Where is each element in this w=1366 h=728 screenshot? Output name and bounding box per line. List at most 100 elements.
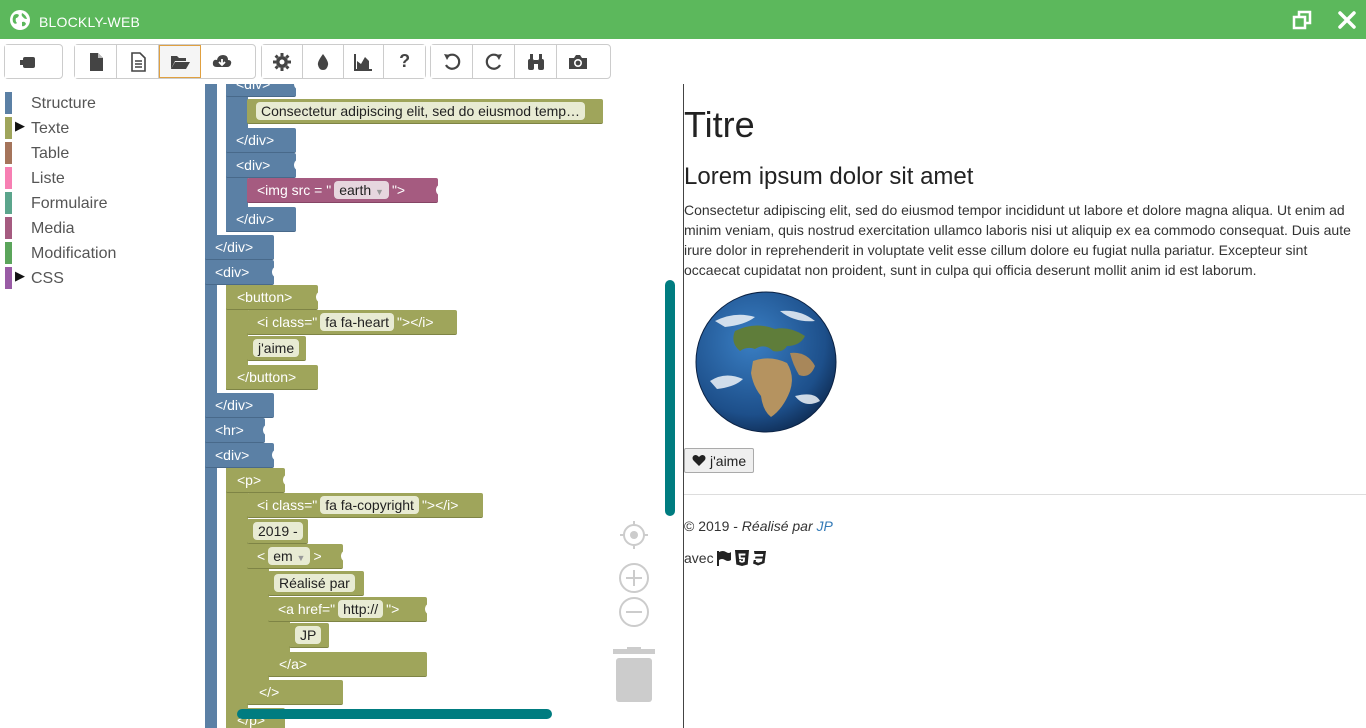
block-div-open[interactable]: <div> — [205, 260, 279, 285]
folder-open-icon — [171, 55, 190, 69]
block-button-open[interactable]: <button> — [226, 285, 323, 310]
block-link[interactable]: <a href=" http://"> — [268, 597, 432, 622]
category-css[interactable]: ▶ CSS — [0, 264, 200, 289]
tag-dropdown[interactable]: em ▼ — [268, 547, 311, 565]
chart-button[interactable] — [343, 45, 385, 78]
file-text-button[interactable] — [117, 45, 159, 78]
toggle-view-button[interactable] — [5, 45, 53, 78]
href-field[interactable]: http:// — [338, 600, 384, 618]
category-label: Media — [31, 220, 75, 237]
category-label: Texte — [31, 120, 70, 137]
zoom-out-icon[interactable] — [619, 597, 649, 627]
block-icon[interactable]: <i class=" fa fa-heart "></i> — [247, 310, 457, 335]
category-table[interactable]: Table — [0, 139, 200, 164]
binoculars-icon — [527, 53, 544, 70]
screenshot-button[interactable] — [557, 45, 599, 78]
category-formulaire[interactable]: Formulaire — [0, 189, 200, 214]
preview-paragraph: Consectetur adipiscing elit, sed do eius… — [684, 202, 1351, 278]
text-field[interactable]: j'aime — [253, 339, 300, 357]
undo-button[interactable] — [431, 45, 473, 78]
settings-button[interactable] — [262, 45, 303, 78]
globe-icon — [10, 10, 30, 30]
preview-pane: Titre Lorem ipsum dolor sit amet Consect… — [684, 84, 1366, 728]
block-text[interactable]: j'aime — [247, 336, 306, 361]
like-button[interactable]: j'aime — [684, 448, 755, 473]
block-div-close[interactable]: </div> — [205, 393, 274, 418]
text-field[interactable]: JP — [295, 626, 322, 644]
category-label: Formulaire — [31, 195, 108, 212]
chart-icon — [354, 53, 373, 71]
block-img[interactable]: <img src = " earth ▼ "> — [247, 178, 443, 203]
footer-line: © 2019 - Réalisé par JP — [684, 518, 833, 534]
author-link[interactable]: JP — [817, 518, 833, 534]
new-file-button[interactable] — [75, 45, 117, 78]
category-label: Modification — [31, 245, 117, 262]
tint-icon — [317, 53, 328, 70]
file-text-icon — [130, 51, 146, 72]
block-spine — [226, 468, 248, 728]
block-div-close[interactable]: </div> — [226, 128, 296, 153]
class-field[interactable]: fa fa-heart — [320, 313, 395, 331]
search-button[interactable] — [515, 45, 557, 78]
category-color-swatch — [5, 92, 12, 114]
workspace-horizontal-scrollbar[interactable] — [237, 709, 552, 719]
block-em[interactable]: < em ▼ > — [247, 544, 348, 569]
category-liste[interactable]: Liste — [0, 164, 200, 189]
block-button-close[interactable]: </button> — [226, 365, 318, 390]
redo-button[interactable] — [473, 45, 515, 78]
expand-arrow-icon[interactable]: ▶ — [15, 268, 25, 284]
class-field[interactable]: fa fa-copyright — [320, 496, 419, 514]
workspace-vertical-scrollbar[interactable] — [665, 280, 675, 516]
block-text[interactable]: Consectetur adipiscing elit, sed do eius… — [247, 99, 603, 124]
like-button-label: j'aime — [710, 452, 747, 469]
img-src-dropdown[interactable]: earth ▼ — [334, 181, 389, 199]
category-color-swatch — [5, 217, 12, 239]
block-link-close[interactable]: </a> — [268, 652, 427, 677]
block-p-open[interactable]: <p> — [226, 468, 290, 493]
html5-icon — [734, 550, 749, 566]
earth-image — [695, 291, 837, 433]
category-modification[interactable]: Modification — [0, 239, 200, 264]
block-text[interactable]: Réalisé par — [268, 571, 364, 596]
category-color-swatch — [5, 192, 12, 214]
close-window-icon[interactable] — [1337, 10, 1357, 30]
restore-window-icon[interactable] — [1292, 10, 1312, 30]
block-div-close[interactable]: </div> — [226, 207, 296, 232]
cloud-download-icon — [212, 54, 232, 67]
recenter-icon[interactable] — [619, 520, 649, 550]
blockly-workspace[interactable]: <div> Consectetur adipiscing elit, sed d… — [205, 84, 683, 728]
trash-icon[interactable] — [613, 647, 655, 703]
expand-arrow-icon[interactable]: ▶ — [15, 118, 25, 134]
help-button[interactable]: ? — [384, 45, 425, 78]
color-button[interactable] — [302, 45, 344, 78]
category-label: Table — [31, 145, 70, 162]
block-text[interactable]: JP — [289, 623, 329, 648]
open-folder-button[interactable] — [159, 45, 201, 78]
cloud-download-button[interactable] — [201, 45, 243, 78]
preview-heading: Titre — [684, 104, 755, 145]
block-text[interactable]: 2019 - — [247, 519, 308, 544]
category-color-swatch — [5, 117, 12, 139]
text-field[interactable]: 2019 - — [253, 522, 303, 540]
zoom-in-icon[interactable] — [619, 563, 649, 593]
category-media[interactable]: Media — [0, 214, 200, 239]
block-div-open[interactable]: <div> — [226, 84, 301, 97]
block-em-close[interactable]: </> — [247, 680, 343, 705]
app-title: BLOCKLY-WEB — [39, 14, 141, 30]
text-field[interactable]: Réalisé par — [274, 574, 355, 592]
text-field[interactable]: Consectetur adipiscing elit, sed do eius… — [256, 102, 586, 120]
block-hr[interactable]: <hr> — [205, 418, 270, 443]
block-div-open[interactable]: <div> — [205, 443, 279, 468]
block-icon[interactable]: <i class=" fa fa-copyright "></i> — [247, 493, 483, 518]
css3-icon — [752, 551, 766, 566]
category-label: Liste — [31, 170, 65, 187]
block-div-open[interactable]: <div> — [226, 153, 301, 178]
category-structure[interactable]: Structure — [0, 89, 200, 114]
category-label: CSS — [31, 270, 64, 287]
tech-line: avec — [684, 549, 768, 567]
camera-icon — [569, 54, 587, 69]
block-div-close[interactable]: </div> — [205, 235, 274, 260]
category-color-swatch — [5, 142, 12, 164]
category-label: Structure — [31, 95, 96, 112]
category-texte[interactable]: ▶ Texte — [0, 114, 200, 139]
